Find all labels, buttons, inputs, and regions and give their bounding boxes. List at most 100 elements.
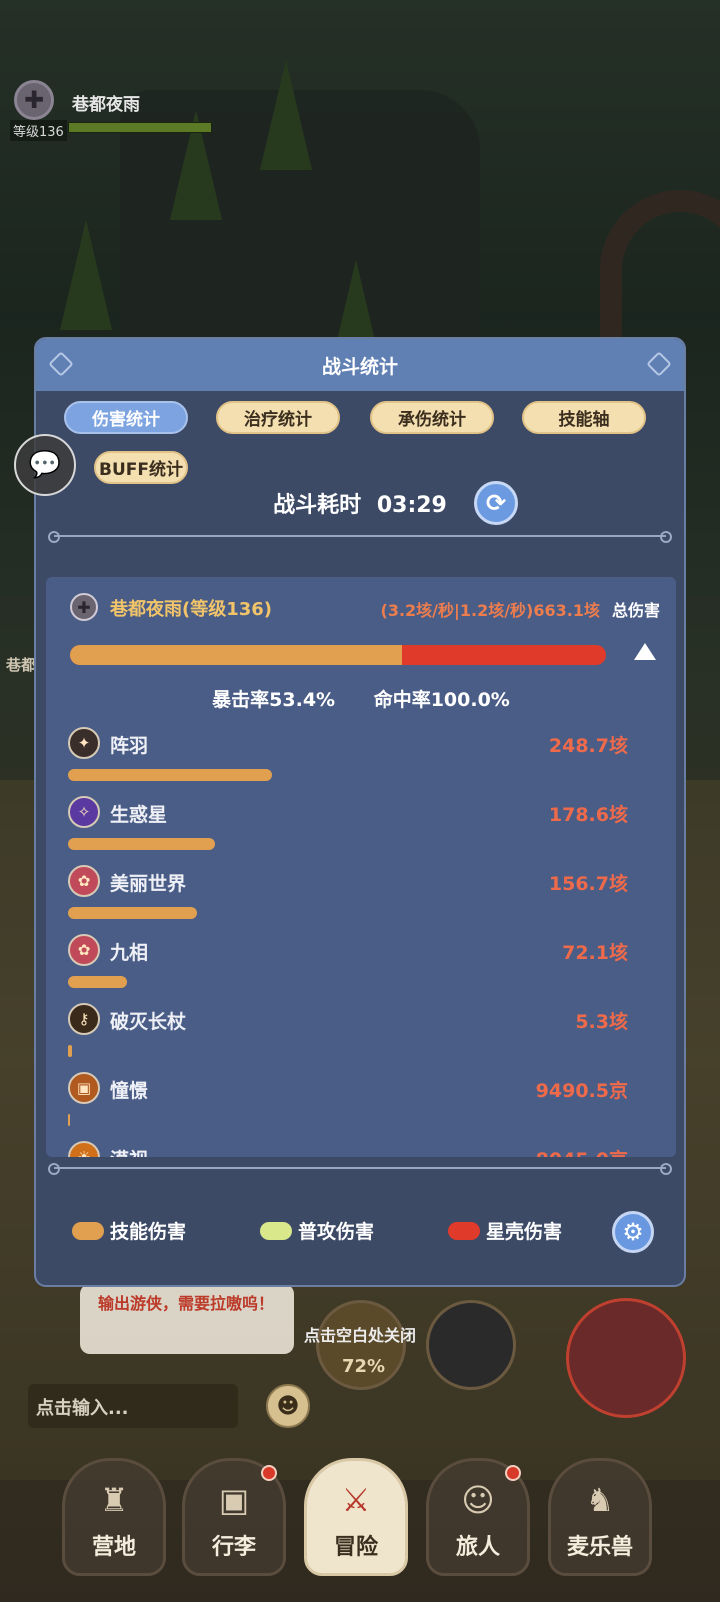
nav-travelers[interactable]: ☺ 旅人 (426, 1458, 530, 1576)
player-class-icon: ✚ (14, 80, 54, 120)
skill-name: 憧憬 (110, 1080, 149, 1102)
skill-name: 生惑星 (110, 804, 168, 826)
skill-damage-bar (68, 1045, 72, 1057)
player-hp-bar (68, 122, 212, 133)
skill-row[interactable]: ✿ 美丽世界 156.7垓 (68, 865, 628, 935)
skill-damage-bar (68, 838, 215, 850)
skill-damage-value: 5.3垓 (575, 1011, 628, 1033)
legend-swatch (72, 1221, 104, 1240)
nav-label: 旅人 (455, 1535, 500, 1560)
skill-damage-value: 248.7垓 (548, 735, 628, 757)
nav-pets[interactable]: ♞ 麦乐兽 (548, 1458, 652, 1576)
skill-orb-button[interactable] (566, 1298, 686, 1418)
damage-legend: 技能伤害 普攻伤害 星壳伤害 ⚙ (72, 1211, 654, 1253)
corner-ornament-icon (48, 351, 74, 377)
collapse-triangle-icon[interactable] (634, 643, 656, 660)
nav-luggage[interactable]: ▣ 行李 (182, 1458, 286, 1576)
summary-rate-text: (3.2垓/秒|1.2垓/秒) (380, 601, 534, 620)
skill-row[interactable]: ⚷ 破灭长杖 5.3垓 (68, 1003, 628, 1073)
player-class-icon: ✚ (70, 593, 98, 621)
skill-name: 破灭长杖 (110, 1011, 187, 1033)
skill-name: 漠视 (110, 1145, 148, 1157)
rates-row: 暴击率53.4% 命中率100.0% (46, 685, 676, 712)
skill-name: 九相 (110, 942, 149, 964)
panel-header: 战斗统计 (36, 339, 684, 391)
tab-damage[interactable]: 伤害统计 (64, 401, 188, 434)
tab-buff[interactable]: BUFF统计 (94, 451, 188, 484)
tab-healing[interactable]: 治疗统计 (216, 401, 340, 434)
skill-row[interactable]: ▣ 憧憬 9490.5京 (68, 1072, 628, 1142)
nav-camp[interactable]: ♜ 营地 (62, 1458, 166, 1576)
panel-title: 战斗统计 (321, 355, 398, 378)
summary-total: 663.1垓 (533, 601, 600, 620)
smiley-icon: ☻ (276, 1393, 300, 1419)
nav-adventure[interactable]: ⚔ 冒险 (304, 1458, 408, 1576)
wing-icon: ✦ (68, 727, 100, 759)
skill-row[interactable]: ✧ 生惑星 178.6垓 (68, 796, 628, 866)
tab-skill-timeline[interactable]: 技能轴 (522, 401, 646, 434)
skill-row[interactable]: ☀ 漠视 8045.0京 (68, 1141, 628, 1157)
skill-damage-value: 156.7垓 (548, 873, 628, 895)
player-summary-row: ✚ 巷都夜雨(等级136) (3.2垓/秒|1.2垓/秒)663.1垓 总伤害 (70, 591, 660, 621)
nav-label: 冒险 (333, 1535, 378, 1560)
nav-label: 营地 (91, 1535, 136, 1560)
legend-label: 技能伤害 (110, 1221, 187, 1243)
flower-icon: ✿ (68, 865, 100, 897)
traveler-icon: ☺ (461, 1481, 495, 1519)
emoji-button[interactable]: ☻ (266, 1384, 310, 1428)
summary-player-name: 巷都夜雨(等级136) (110, 599, 273, 620)
skill-row[interactable]: ✦ 阵羽 248.7垓 (68, 727, 628, 797)
legend-item: 技能伤害 (72, 1217, 186, 1244)
refresh-button[interactable]: ⟳ (474, 481, 518, 525)
corner-ornament-icon (646, 351, 672, 377)
skill-row[interactable]: ✿ 九相 72.1垓 (68, 934, 628, 1004)
castle-icon: ♜ (99, 1481, 129, 1519)
battle-duration: 战斗耗时 03:29 (36, 487, 684, 519)
summary-dps: (3.2垓/秒|1.2垓/秒)663.1垓 (381, 597, 600, 621)
battle-stats-panel: 战斗统计 伤害统计 治疗统计 承伤统计 技能轴 BUFF统计 战斗耗时 03:2… (34, 337, 686, 1287)
settings-button[interactable]: ⚙ (612, 1211, 654, 1253)
skill-damage-fill (70, 645, 403, 665)
notification-dot (261, 1465, 277, 1481)
skill-damage-bar (68, 907, 197, 919)
skill-damage-bar (68, 769, 272, 781)
skill-name: 美丽世界 (110, 873, 187, 895)
staff-icon: ⚷ (68, 1003, 100, 1035)
divider (48, 531, 672, 543)
crit-rate: 暴击率53.4% (212, 689, 336, 711)
chat-input[interactable]: 点击输入... (28, 1384, 238, 1428)
divider (48, 1163, 672, 1175)
player-name: 巷都夜雨 (72, 95, 140, 115)
skill-damage-value: 72.1垓 (562, 942, 628, 964)
legend-label: 星壳伤害 (486, 1221, 563, 1243)
chat-icon: 💬 (28, 450, 62, 480)
sun-icon: ☀ (68, 1141, 100, 1157)
gear-icon: ⚙ (622, 1218, 644, 1246)
duration-label: 战斗耗时 (273, 493, 362, 518)
skill-orb-charge: 72% (342, 1356, 386, 1377)
chest-icon: ▣ (68, 1072, 100, 1104)
player-level: 等级136 (10, 120, 67, 141)
legend-swatch (448, 1221, 480, 1240)
legend-swatch (260, 1221, 292, 1240)
legend-item: 星壳伤害 (448, 1217, 562, 1244)
total-damage-bar (70, 645, 606, 665)
damage-stats-list[interactable]: ✚ 巷都夜雨(等级136) (3.2垓/秒|1.2垓/秒)663.1垓 总伤害 … (46, 577, 676, 1157)
skill-damage-bar (68, 976, 127, 988)
summary-total-label: 总伤害 (611, 601, 660, 620)
tab-damage-taken[interactable]: 承伤统计 (370, 401, 494, 434)
pet-icon: ♞ (585, 1481, 615, 1519)
skill-name: 阵羽 (110, 735, 149, 757)
flower-icon: ✿ (68, 934, 100, 966)
refresh-icon: ⟳ (485, 489, 507, 517)
bottom-nav: ♜ 营地 ▣ 行李 ⚔ 冒险 ☺ 旅人 ♞ 麦乐兽 (0, 1450, 720, 1602)
hit-rate: 命中率100.0% (373, 689, 510, 711)
chat-bubble-button[interactable]: 💬 (14, 434, 76, 496)
nav-label: 麦乐兽 (566, 1535, 633, 1560)
nav-label: 行李 (211, 1535, 256, 1560)
duration-value: 03:29 (376, 493, 447, 518)
notification-dot (505, 1465, 521, 1481)
legend-label: 普攻伤害 (298, 1221, 375, 1243)
crossed-swords-icon: ⚔ (341, 1481, 371, 1519)
star-icon: ✧ (68, 796, 100, 828)
